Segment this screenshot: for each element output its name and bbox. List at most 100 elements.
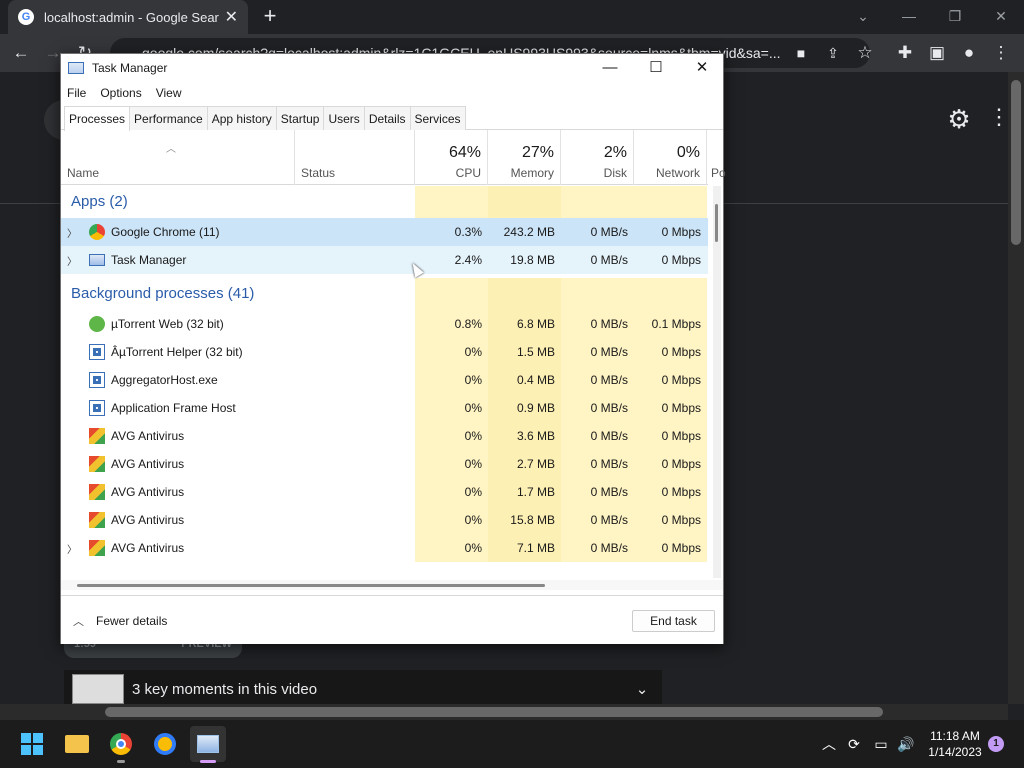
side-panel-icon[interactable]: ▣ bbox=[922, 38, 952, 68]
window-app-icon bbox=[89, 400, 105, 416]
tm-close-button[interactable]: ✕ bbox=[679, 54, 725, 82]
taskbar-clock[interactable]: 11:18 AM 1/14/2023 bbox=[920, 728, 990, 760]
start-button[interactable] bbox=[14, 726, 50, 762]
process-row[interactable]: 0.3% 243.2 MB 0 MB/s 0 Mbps 〉 Google Chrome (… bbox=[61, 218, 708, 246]
browser-icon bbox=[154, 733, 176, 755]
page-vertical-scroll-thumb[interactable] bbox=[1011, 80, 1021, 245]
process-row[interactable]: 0.8% 6.8 MB 0 MB/s 0.1 Mbps µTorrent Web (32… bbox=[61, 310, 708, 338]
process-row[interactable]: 0% 3.6 MB 0 MB/s 0 Mbps AVG Antivirus bbox=[61, 422, 708, 450]
restore-button[interactable]: ❐ bbox=[932, 4, 978, 28]
column-cpu[interactable]: 64% CPU bbox=[415, 130, 488, 185]
expand-chevron-icon[interactable]: 〉 bbox=[67, 225, 77, 240]
process-name: ÂµTorrent Helper (32 bit) bbox=[111, 345, 243, 359]
key-moments-text: 3 key moments in this video bbox=[132, 680, 318, 698]
avg-icon bbox=[89, 484, 105, 500]
tab-details[interactable]: Details bbox=[363, 106, 411, 130]
settings-gear-icon[interactable]: ⚙ bbox=[944, 104, 974, 136]
process-mem: 6.8 MB bbox=[488, 310, 561, 338]
fewer-details-button[interactable]: ︿ Fewer details bbox=[73, 613, 167, 629]
process-disk: 0 MB/s bbox=[561, 478, 634, 506]
process-row[interactable]: 2.4% 19.8 MB 0 MB/s 0 Mbps 〉 Task Manager bbox=[61, 246, 708, 274]
process-row[interactable]: 0% 1.5 MB 0 MB/s 0 Mbps ÂµTorrent Helper (32… bbox=[61, 338, 708, 366]
process-cpu: 0% bbox=[415, 394, 488, 422]
column-name[interactable]: ︿ Name bbox=[61, 130, 295, 185]
process-row[interactable]: 0% 0.9 MB 0 MB/s 0 Mbps Application Frame Ho… bbox=[61, 394, 708, 422]
browser-tab[interactable]: G localhost:admin - Google Search ✕ bbox=[8, 0, 248, 34]
key-moments-bar[interactable]: 3 key moments in this video ⌄ bbox=[64, 670, 662, 708]
column-network-label: Network bbox=[655, 166, 700, 180]
tm-vertical-scrollbar[interactable] bbox=[713, 186, 721, 578]
process-name: AVG Antivirus bbox=[111, 485, 185, 499]
profile-icon[interactable]: ● bbox=[954, 38, 984, 68]
chrome-icon bbox=[110, 733, 132, 755]
new-tab-button[interactable]: + bbox=[258, 4, 282, 28]
sync-status-icon[interactable]: ⟳ bbox=[843, 733, 865, 755]
process-row[interactable]: 0% 15.8 MB 0 MB/s 0 Mbps AVG Antivirus bbox=[61, 506, 708, 534]
process-cpu: 0.8% bbox=[415, 310, 488, 338]
column-status[interactable]: Status bbox=[295, 130, 415, 185]
tab-services[interactable]: Services bbox=[409, 106, 466, 130]
column-memory-label: Memory bbox=[510, 166, 554, 180]
process-net: 0 Mbps bbox=[661, 225, 701, 239]
tm-maximize-button[interactable]: ☐ bbox=[633, 54, 679, 82]
share-icon[interactable]: ⇪ bbox=[818, 38, 848, 68]
show-hidden-icons-chevron-up-icon[interactable]: ︿ bbox=[818, 733, 840, 755]
back-icon[interactable]: ← bbox=[6, 38, 36, 68]
column-memory[interactable]: 27% Memory bbox=[488, 130, 561, 185]
menu-options[interactable]: Options bbox=[100, 86, 141, 100]
chrome-menu-icon[interactable]: ⋮ bbox=[986, 38, 1016, 68]
column-disk[interactable]: 2% Disk bbox=[561, 130, 634, 185]
column-network[interactable]: 0% Network bbox=[634, 130, 707, 185]
group-header-label: Apps (2) bbox=[71, 193, 128, 210]
taskbar-task-manager[interactable] bbox=[190, 726, 226, 762]
process-disk: 0 MB/s bbox=[561, 506, 634, 534]
expand-chevron-icon[interactable]: 〉 bbox=[67, 541, 77, 556]
volume-icon[interactable]: 🔊 bbox=[895, 733, 917, 755]
process-mem: 1.7 MB bbox=[488, 478, 561, 506]
tab-search-icon[interactable]: ⌄ bbox=[840, 4, 886, 28]
extensions-icon[interactable]: ✚ bbox=[890, 38, 920, 68]
process-cpu: 0.3% bbox=[454, 225, 482, 239]
process-row[interactable]: 0% 0.4 MB 0 MB/s 0 Mbps AggregatorHost.exe bbox=[61, 366, 708, 394]
page-horizontal-scroll-thumb[interactable] bbox=[105, 707, 883, 717]
avg-icon bbox=[89, 540, 105, 556]
menu-view[interactable]: View bbox=[156, 86, 182, 100]
process-row[interactable]: 0% 2.7 MB 0 MB/s 0 Mbps AVG Antivirus bbox=[61, 450, 708, 478]
close-button[interactable]: ✕ bbox=[978, 4, 1024, 28]
camera-icon[interactable]: ■ bbox=[786, 38, 816, 68]
group-apps[interactable]: Apps (2) bbox=[61, 186, 708, 218]
notification-badge[interactable]: 1 bbox=[988, 736, 1004, 752]
menu-file[interactable]: File bbox=[67, 86, 86, 100]
close-tab-icon[interactable]: ✕ bbox=[225, 7, 238, 27]
clock-time: 11:18 AM bbox=[930, 729, 980, 743]
process-disk: 0 MB/s bbox=[561, 534, 634, 562]
taskbar-browser[interactable] bbox=[147, 726, 183, 762]
taskbar-chrome[interactable] bbox=[103, 726, 139, 762]
tm-horizontal-scroll-thumb[interactable] bbox=[77, 584, 545, 587]
end-task-button[interactable]: End task bbox=[632, 610, 715, 632]
tm-vertical-scroll-thumb[interactable] bbox=[715, 204, 718, 242]
group-background[interactable]: Background processes (41) bbox=[61, 278, 708, 310]
chevron-down-icon[interactable]: ⌄ bbox=[622, 680, 662, 698]
process-name: AVG Antivirus bbox=[111, 429, 185, 443]
network-icon[interactable]: ▭ bbox=[870, 733, 892, 755]
tm-minimize-button[interactable]: — bbox=[587, 54, 633, 82]
tab-performance[interactable]: Performance bbox=[129, 106, 208, 130]
process-name: AVG Antivirus bbox=[111, 541, 185, 555]
tab-processes[interactable]: Processes bbox=[64, 106, 131, 131]
column-cpu-label: CPU bbox=[455, 166, 481, 180]
fewer-details-label: Fewer details bbox=[96, 614, 168, 628]
process-net: 0.1 Mbps bbox=[634, 310, 707, 338]
minimize-button[interactable]: — bbox=[886, 4, 932, 28]
process-row[interactable]: 0% 1.7 MB 0 MB/s 0 Mbps AVG Antivirus bbox=[61, 478, 708, 506]
group-tint bbox=[561, 186, 634, 218]
avg-icon bbox=[89, 512, 105, 528]
tab-startup[interactable]: Startup bbox=[275, 106, 325, 130]
expand-chevron-icon[interactable]: 〉 bbox=[67, 253, 77, 268]
bookmark-star-icon[interactable]: ☆ bbox=[850, 38, 880, 68]
process-row[interactable]: 0% 7.1 MB 0 MB/s 0 Mbps 〉 AVG Antivirus bbox=[61, 534, 708, 562]
taskbar-file-explorer[interactable] bbox=[59, 726, 95, 762]
column-power[interactable]: Po bbox=[707, 130, 726, 185]
tab-users[interactable]: Users bbox=[323, 106, 365, 130]
tab-app-history[interactable]: App history bbox=[206, 106, 277, 130]
